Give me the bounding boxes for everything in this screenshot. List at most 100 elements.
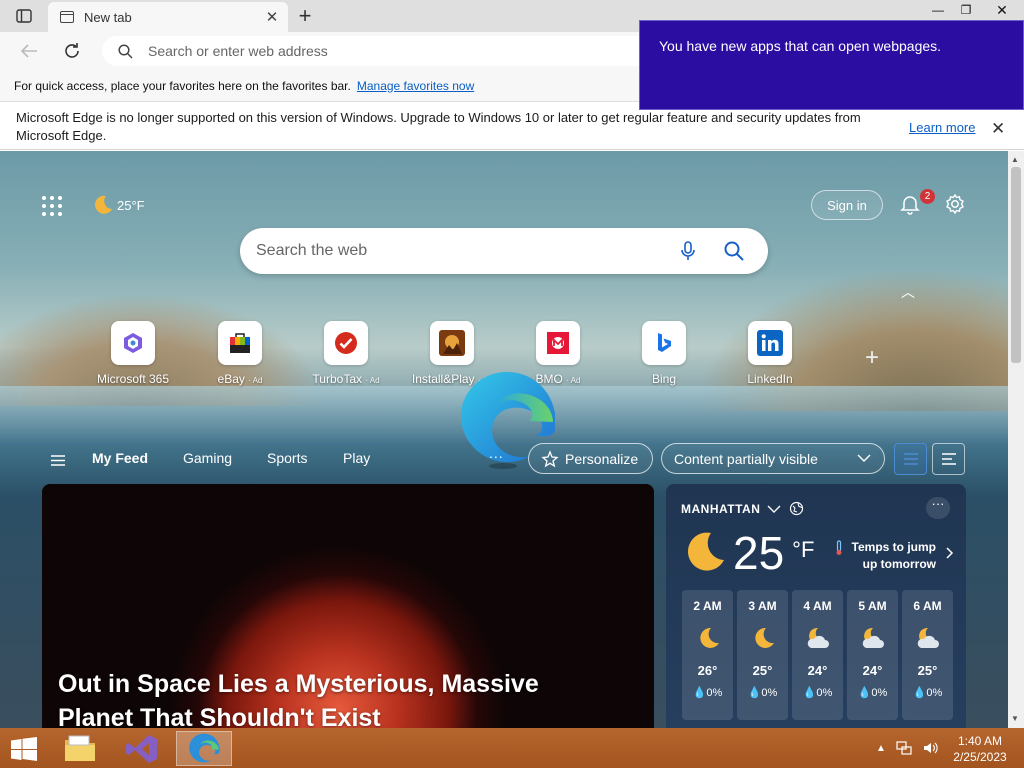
grid-layout-icon[interactable]	[894, 443, 927, 475]
hour-precip: 0%	[871, 687, 888, 699]
tab-sports[interactable]: Sports	[267, 450, 307, 466]
moon-icon	[754, 627, 774, 648]
tab-new-tab[interactable]: New tab ✕	[48, 2, 288, 32]
banner-message: Microsoft Edge is no longer supported on…	[16, 110, 861, 143]
tab-play[interactable]: Play	[343, 450, 370, 466]
scroll-down-arrow-icon[interactable]: ▼	[1011, 714, 1019, 723]
taskbar-edge-icon[interactable]	[176, 731, 232, 766]
feed-menu-hamburger-icon[interactable]	[51, 454, 65, 469]
hour-precip: 0%	[926, 687, 943, 699]
hourly-item[interactable]: 3 AM 25° 💧0%	[737, 590, 788, 720]
quick-link-microsoft-365[interactable]: Microsoft 365	[83, 321, 183, 386]
hour-time: 5 AM	[858, 599, 887, 613]
hour-precip: 0%	[816, 687, 833, 699]
raindrop-icon: 💧	[857, 687, 872, 699]
learn-more-link[interactable]: Learn more	[909, 120, 975, 135]
globe-location-icon[interactable]	[789, 501, 804, 516]
sign-in-button[interactable]: Sign in	[811, 190, 883, 220]
quick-link-linkedin[interactable]: LinkedIn	[720, 321, 820, 386]
scrollbar-thumb[interactable]	[1011, 167, 1021, 363]
notifications-bell-icon[interactable]	[899, 193, 921, 218]
quick-link-label: eBay	[217, 372, 245, 386]
moon-icon	[95, 195, 112, 214]
weather-temperature: 25	[733, 527, 785, 579]
moon-icon	[687, 532, 724, 571]
banner-close-icon[interactable]: ✕	[991, 119, 1005, 139]
hero-article-title[interactable]: Out in Space Lies a Mysterious, Massive …	[58, 667, 618, 728]
weather-forecast-note[interactable]: Temps to jump up tomorrow	[834, 539, 954, 573]
hourly-item[interactable]: 5 AM 24° 💧0%	[847, 590, 898, 720]
tab-close-icon[interactable]: ✕	[262, 7, 282, 27]
scroll-up-arrow-icon[interactable]: ▲	[1011, 155, 1019, 164]
unsupported-banner: Microsoft Edge is no longer supported on…	[0, 103, 1024, 150]
hourly-item[interactable]: 2 AM 26° 💧0%	[682, 590, 733, 720]
microphone-icon[interactable]	[680, 241, 696, 261]
favorites-prompt: For quick access, place your favorites h…	[14, 78, 351, 93]
refresh-icon[interactable]	[61, 41, 83, 61]
tab-actions-icon[interactable]	[14, 7, 34, 25]
tab-my-feed[interactable]: My Feed	[92, 450, 148, 466]
hour-temp: 24°	[807, 663, 828, 678]
microsoft-365-icon	[111, 321, 155, 365]
quick-link-label: LinkedIn	[747, 372, 793, 386]
search-icon	[118, 44, 133, 59]
moon-cloud-icon	[862, 627, 884, 648]
back-arrow-icon[interactable]	[18, 41, 40, 61]
address-bar[interactable]: Search or enter web address	[102, 36, 662, 66]
page-scrollbar[interactable]: ▲ ▼	[1008, 151, 1024, 728]
hero-article-card[interactable]: Out in Space Lies a Mysterious, Massive …	[42, 484, 654, 728]
list-layout-icon[interactable]	[932, 443, 965, 475]
app-launcher-icon[interactable]	[42, 196, 62, 216]
restore-icon[interactable]: ❐	[952, 0, 980, 20]
web-search-box[interactable]: Search the web	[240, 228, 768, 274]
show-hidden-icons-arrow-icon[interactable]: ▲	[876, 743, 886, 754]
hour-time: 3 AM	[748, 599, 777, 613]
personalize-button[interactable]: Personalize	[528, 443, 653, 474]
volume-speaker-icon[interactable]	[922, 740, 938, 756]
weather-card[interactable]: MANHATTAN ··· 25 °F Temps to jump up tom…	[666, 484, 966, 728]
taskbar-clock[interactable]: 1:40 AM 2/25/2023	[950, 733, 1010, 765]
settings-gear-icon[interactable]	[944, 193, 966, 218]
content-visibility-dropdown[interactable]: Content partially visible	[661, 443, 885, 474]
add-shortcut-plus-icon[interactable]: +	[865, 344, 879, 372]
start-windows-icon[interactable]	[10, 737, 38, 764]
hourly-forecast: 2 AM 26° 💧0% 3 AM 25° 💧0% 4 AM 24° 💧0% 5…	[682, 590, 953, 720]
tab-title: New tab	[84, 9, 132, 25]
install-play-game-icon	[430, 321, 474, 365]
hour-precip: 0%	[761, 687, 778, 699]
file-explorer-folder-icon[interactable]	[52, 731, 108, 766]
raindrop-icon: 💧	[747, 687, 762, 699]
hourly-item[interactable]: 4 AM 24° 💧0%	[792, 590, 843, 720]
weather-more-options-icon[interactable]: ···	[926, 497, 950, 519]
quick-link-ebay[interactable]: eBay · Ad	[190, 321, 290, 386]
weather-current: 25 °F	[681, 529, 814, 577]
visual-studio-icon[interactable]	[114, 731, 170, 766]
manage-favorites-link[interactable]: Manage favorites now	[357, 79, 474, 93]
chevron-down-icon	[857, 454, 871, 462]
collapse-chevron-up-icon[interactable]: ︿	[901, 282, 915, 302]
moon-cloud-icon	[917, 627, 939, 648]
search-submit-icon[interactable]	[723, 240, 745, 262]
hour-time: 2 AM	[693, 599, 722, 613]
new-tab-button[interactable]: +	[294, 3, 316, 28]
weather-mini[interactable]: 25°F	[90, 193, 145, 217]
content-visibility-label: Content partially visible	[674, 450, 818, 467]
quick-link-bing[interactable]: Bing	[614, 321, 714, 386]
windows-taskbar: ▲ 1:40 AM 2/25/2023	[0, 728, 1024, 768]
chevron-down-icon	[767, 505, 781, 513]
raindrop-icon: 💧	[692, 687, 707, 699]
weather-location: MANHATTAN	[681, 501, 761, 516]
network-icon[interactable]	[896, 740, 912, 756]
hour-time: 4 AM	[803, 599, 832, 613]
minimize-icon[interactable]: —	[924, 0, 952, 20]
quick-link-turbotax[interactable]: TurboTax · Ad	[296, 321, 396, 386]
sparkle-star-icon	[541, 449, 559, 467]
window-close-icon[interactable]: ✕	[980, 0, 1024, 20]
hourly-item[interactable]: 6 AM 25° 💧0%	[902, 590, 953, 720]
hour-temp: 25°	[752, 663, 773, 678]
new-apps-notification[interactable]: You have new apps that can open webpages…	[639, 20, 1024, 110]
weather-location-selector[interactable]: MANHATTAN	[681, 501, 804, 516]
more-tabs-ellipsis[interactable]: ...	[489, 445, 504, 461]
weather-unit: °F	[792, 537, 815, 562]
tab-gaming[interactable]: Gaming	[183, 450, 232, 466]
